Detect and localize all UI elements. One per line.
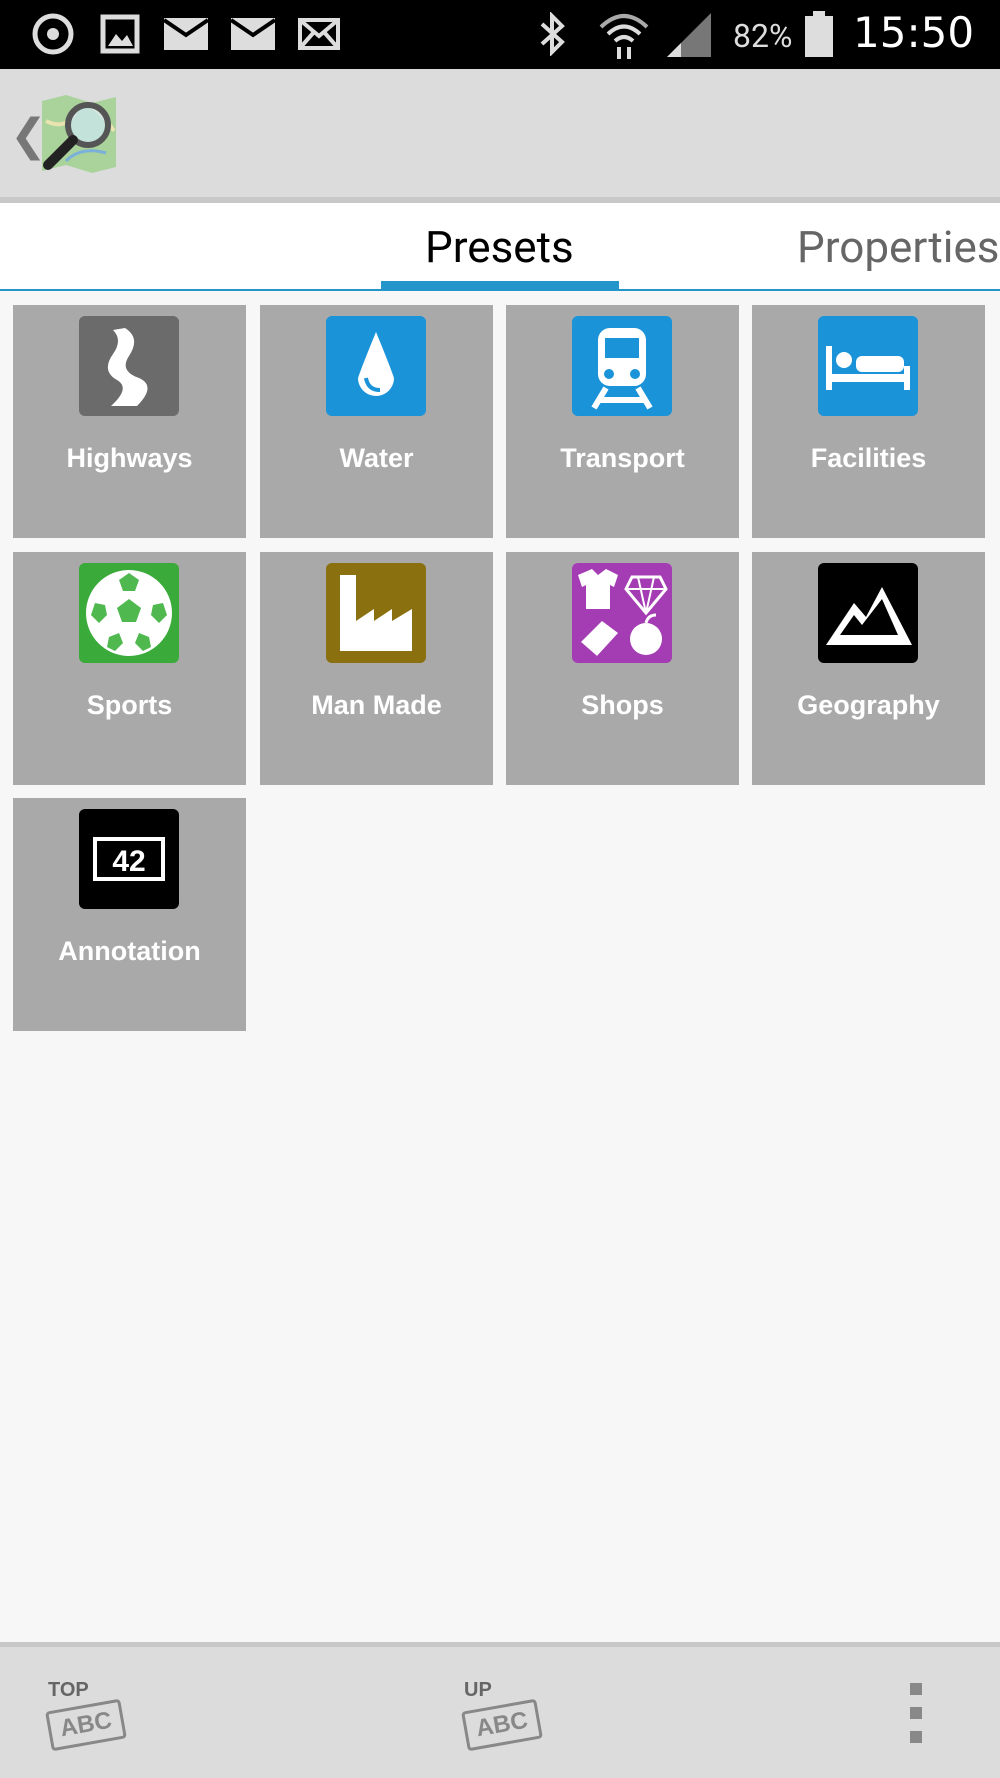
preset-highways[interactable]: Highways — [13, 305, 246, 538]
mail-icon — [230, 12, 276, 56]
preset-label: Geography — [797, 690, 940, 720]
clock: 15:50 — [853, 8, 975, 57]
mountain-icon — [818, 563, 918, 663]
factory-icon — [326, 563, 426, 663]
bluetooth-icon — [535, 12, 571, 56]
preset-man-made[interactable]: Man Made — [260, 552, 493, 785]
app-logo-icon[interactable] — [36, 91, 122, 177]
mail-icon — [298, 12, 340, 56]
tab-indicator — [381, 281, 619, 289]
preset-label: Facilities — [810, 443, 927, 473]
abc-icon: ABC — [45, 1698, 127, 1752]
preset-label: Shops — [581, 690, 664, 720]
annotation-42-icon: 42 — [79, 809, 179, 909]
water-drop-icon — [326, 316, 426, 416]
preset-label: Water — [339, 443, 414, 473]
battery-percent: 82% — [733, 17, 793, 55]
signal-icon — [664, 12, 714, 57]
preset-label: Sports — [86, 690, 173, 720]
bottom-action-bar: TOP ABC UP ABC — [0, 1642, 1000, 1778]
status-bar: 82% 15:50 — [0, 0, 1000, 69]
annotation-badge: 42 — [112, 845, 145, 878]
up-label: UP — [464, 1679, 492, 1701]
sync-icon — [30, 12, 76, 56]
preset-transport[interactable]: Transport — [506, 305, 739, 538]
train-icon — [572, 316, 672, 416]
preset-water[interactable]: Water — [260, 305, 493, 538]
tab-strip: Presets Properties — [0, 203, 1000, 291]
abc-icon: ABC — [461, 1698, 543, 1752]
up-button[interactable]: UP ABC — [460, 1679, 550, 1759]
overflow-menu-icon[interactable] — [908, 1683, 924, 1753]
shopping-icon — [572, 563, 672, 663]
action-bar: ❮ — [0, 69, 1000, 197]
highway-icon — [79, 316, 179, 416]
preset-label: Transport — [560, 443, 685, 473]
wifi-icon — [596, 12, 652, 59]
preset-shops[interactable]: Shops — [506, 552, 739, 785]
tab-properties[interactable]: Properties — [797, 221, 1000, 273]
bed-icon — [818, 316, 918, 416]
image-icon — [100, 12, 140, 56]
preset-label: Highways — [66, 443, 193, 473]
top-button[interactable]: TOP ABC — [44, 1679, 134, 1759]
mail-icon — [163, 12, 209, 56]
preset-label: Man Made — [311, 690, 442, 720]
soccer-ball-icon — [79, 563, 179, 663]
preset-label: Annotation — [58, 936, 201, 966]
preset-annotation[interactable]: 42 Annotation — [13, 798, 246, 1031]
tab-presets[interactable]: Presets — [425, 221, 574, 273]
preset-geography[interactable]: Geography — [752, 552, 985, 785]
preset-facilities[interactable]: Facilities — [752, 305, 985, 538]
preset-sports[interactable]: Sports — [13, 552, 246, 785]
battery-icon — [803, 11, 835, 57]
tab-underline — [0, 289, 1000, 291]
top-label: TOP — [48, 1679, 89, 1701]
